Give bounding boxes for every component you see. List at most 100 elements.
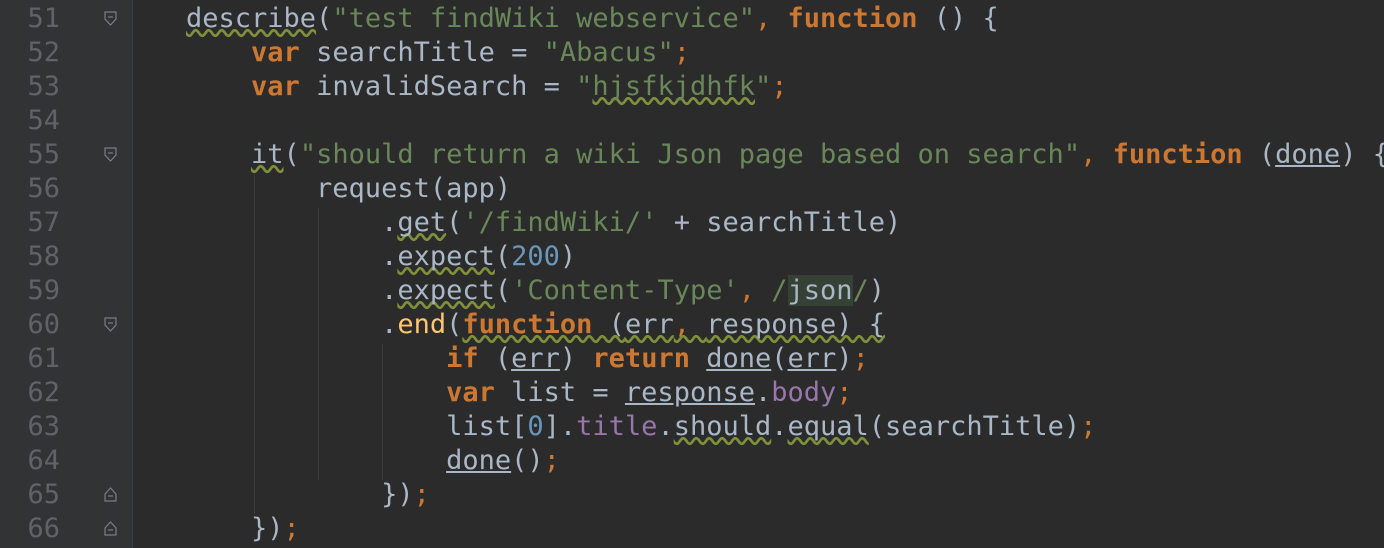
code-line[interactable]: 64 done(); — [0, 444, 1384, 478]
code-text[interactable]: done(); — [186, 444, 560, 478]
code-line[interactable]: 51 describe("test findWiki webservice", f… — [0, 2, 1384, 36]
code-token: ) { — [1340, 139, 1384, 170]
code-token: " — [754, 71, 772, 102]
code-token: ( — [316, 3, 333, 34]
code-token: ) { — [836, 309, 886, 340]
code-token: err — [511, 343, 560, 374]
line-number[interactable]: 59 — [0, 274, 60, 308]
line-number[interactable]: 60 — [0, 308, 60, 342]
code-token: ( — [494, 241, 512, 272]
code-token: title — [576, 411, 658, 442]
code-token: ( — [771, 343, 788, 374]
code-text[interactable]: var list = response.body; — [186, 376, 852, 410]
code-text[interactable]: }); — [186, 478, 430, 512]
code-token: () — [511, 445, 544, 476]
code-token: ; — [413, 479, 430, 510]
line-number[interactable]: 58 — [0, 240, 60, 274]
line-number[interactable]: 57 — [0, 206, 60, 240]
code-token: ; — [673, 37, 690, 68]
code-text[interactable]: var searchTitle = "Abacus"; — [186, 36, 690, 70]
line-number[interactable]: 61 — [0, 342, 60, 376]
code-token: ; — [543, 445, 560, 476]
code-text[interactable]: list[0].title.should.equal(searchTitle); — [186, 410, 1096, 444]
code-line[interactable]: 55 it("should return a wiki Json page ba… — [0, 138, 1384, 172]
code-line[interactable]: 63 list[0].title.should.equal(searchTitl… — [0, 410, 1384, 444]
line-number[interactable]: 63 — [0, 410, 60, 444]
code-token: ; — [1080, 411, 1097, 442]
code-text[interactable]: .end(function (err, response) { — [186, 308, 885, 342]
fold-collapse-icon[interactable] — [104, 147, 117, 162]
code-line[interactable]: 65 }); — [0, 478, 1384, 512]
code-line[interactable]: 56 request(app) — [0, 172, 1384, 206]
code-text[interactable]: if (err) return done(err); — [186, 342, 869, 376]
code-token: . — [754, 377, 772, 408]
code-token: ; — [283, 513, 300, 544]
code-token: . — [186, 309, 398, 340]
code-token: equal — [787, 411, 869, 442]
line-number[interactable]: 51 — [0, 2, 60, 36]
code-token: "should return a wiki Json page based on… — [299, 139, 1081, 170]
code-token: . — [186, 241, 398, 272]
code-token: done — [706, 343, 772, 374]
code-editor[interactable]: 51 describe("test findWiki webservice", f… — [0, 0, 1384, 548]
line-number[interactable]: 62 — [0, 376, 60, 410]
code-text[interactable]: .get('/findWiki/' + searchTitle) — [186, 206, 901, 240]
code-line[interactable]: 66 }); — [0, 512, 1384, 546]
code-token: response — [624, 377, 755, 408]
code-line[interactable]: 53 var invalidSearch = "hjsfkjdhfk"; — [0, 70, 1384, 104]
code-token: ]. — [543, 411, 577, 442]
code-text[interactable]: describe("test findWiki webservice", fun… — [186, 2, 999, 36]
code-token: err — [787, 343, 837, 374]
code-line[interactable]: 54 — [0, 104, 1384, 138]
code-token: ; — [771, 71, 788, 102]
code-token: , — [754, 3, 788, 34]
line-number[interactable]: 64 — [0, 444, 60, 478]
code-token: invalidSearch = — [299, 71, 577, 102]
code-token: ; — [852, 343, 869, 374]
code-token: var — [251, 71, 300, 102]
code-text[interactable]: .expect(200) — [186, 240, 576, 274]
line-number[interactable]: 66 — [0, 512, 60, 546]
code-line[interactable]: 58 .expect(200) — [0, 240, 1384, 274]
code-text[interactable]: it("should return a wiki Json page based… — [186, 138, 1384, 172]
code-token: 200 — [511, 241, 560, 272]
code-token: if — [446, 343, 479, 374]
code-token: ) — [836, 343, 853, 374]
code-token: ) — [868, 275, 886, 306]
line-number[interactable]: 54 — [0, 104, 60, 138]
line-number[interactable]: 65 — [0, 478, 60, 512]
code-text[interactable]: }); — [186, 512, 300, 546]
code-token: "Abacus" — [543, 37, 674, 68]
code-line[interactable]: 52 var searchTitle = "Abacus"; — [0, 36, 1384, 70]
fold-end-icon[interactable] — [104, 521, 117, 536]
code-token: list = — [494, 377, 625, 408]
code-token: . — [771, 411, 788, 442]
code-line[interactable]: 61 if (err) return done(err); — [0, 342, 1384, 376]
code-text[interactable]: .expect('Content-Type', /json/) — [186, 274, 885, 308]
code-token: expect — [397, 275, 495, 306]
line-number[interactable]: 55 — [0, 138, 60, 172]
code-line[interactable]: 60 .end(function (err, response) { — [0, 308, 1384, 342]
line-number[interactable]: 56 — [0, 172, 60, 206]
fold-collapse-icon[interactable] — [104, 317, 117, 332]
code-token: expect — [397, 241, 495, 272]
code-text[interactable]: var invalidSearch = "hjsfkjdhfk"; — [186, 70, 788, 104]
code-token: end — [397, 309, 447, 340]
code-token: function — [1112, 139, 1243, 170]
code-text[interactable]: request(app) — [186, 172, 511, 206]
code-token: , — [673, 309, 707, 340]
code-line[interactable]: 57 .get('/findWiki/' + searchTitle) — [0, 206, 1384, 240]
fold-collapse-icon[interactable] — [104, 11, 117, 26]
fold-end-icon[interactable] — [104, 487, 117, 502]
code-token: . — [186, 275, 398, 306]
code-token: should — [673, 411, 772, 442]
code-token: searchTitle = — [299, 37, 544, 68]
code-line[interactable]: 62 var list = response.body; — [0, 376, 1384, 410]
code-token: ( — [446, 309, 463, 340]
line-number[interactable]: 52 — [0, 36, 60, 70]
line-number[interactable]: 53 — [0, 70, 60, 104]
code-line[interactable]: 59 .expect('Content-Type', /json/) — [0, 274, 1384, 308]
